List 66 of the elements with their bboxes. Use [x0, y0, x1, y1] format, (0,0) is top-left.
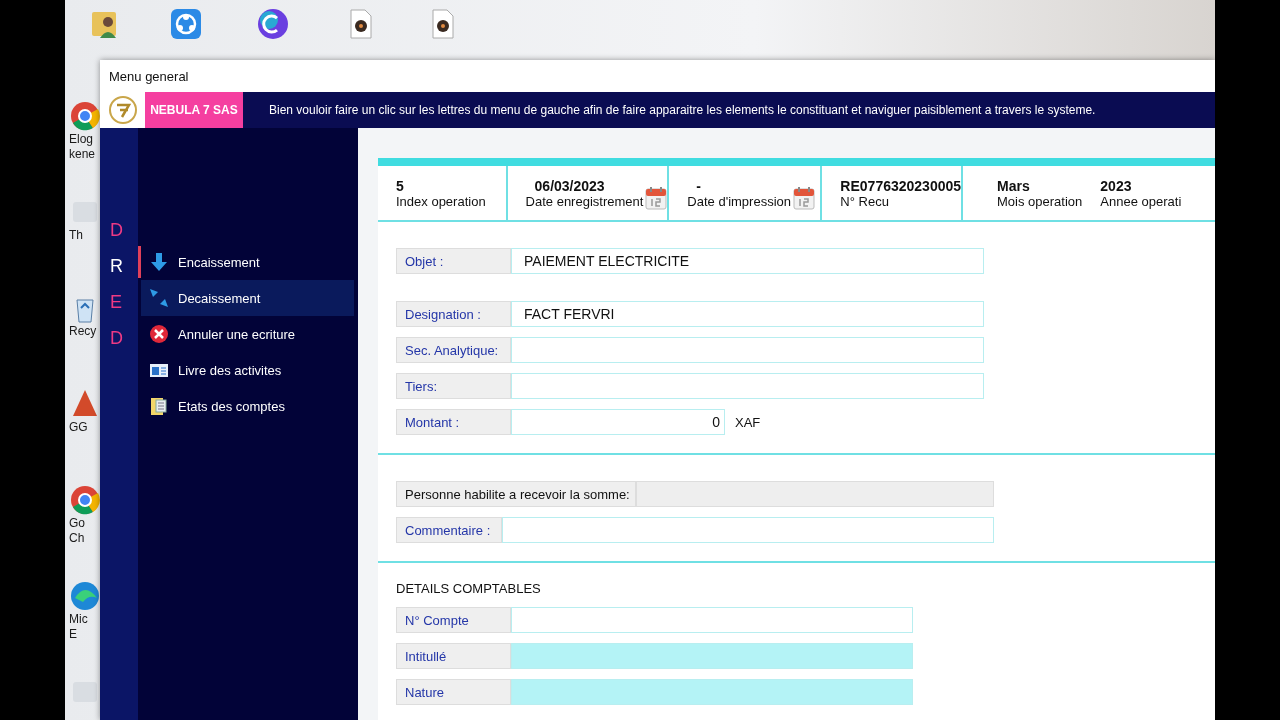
- field-label: Montant :: [396, 409, 511, 435]
- input-field[interactable]: PAIEMENT ELECTRICITE: [511, 248, 984, 274]
- info-label: Date enregistrement: [525, 193, 644, 209]
- field-label: Designation :: [396, 301, 511, 327]
- menu-item[interactable]: Livre des activites: [141, 352, 354, 388]
- info-label: N° Recu: [840, 193, 890, 209]
- calendar-icon[interactable]: [645, 186, 668, 210]
- input-field[interactable]: [511, 679, 913, 705]
- input-field[interactable]: [511, 373, 984, 399]
- menu-item[interactable]: Annuler une ecriture: [141, 316, 354, 352]
- input-field[interactable]: [511, 607, 913, 633]
- info-value: RE0776320230005: [840, 177, 962, 194]
- info-value: 5: [396, 177, 405, 194]
- cancel-icon: [149, 324, 169, 344]
- field-label: Nature: [396, 679, 511, 705]
- menu-letter[interactable]: D: [100, 212, 138, 248]
- logo-icon: [107, 95, 138, 125]
- app-icon[interactable]: [257, 8, 289, 40]
- field-label: Commentaire :: [396, 517, 502, 543]
- info-value: 2023: [1100, 177, 1133, 194]
- input-field[interactable]: [511, 337, 984, 363]
- menu-letter[interactable]: E: [100, 284, 138, 320]
- instruction-text: Bien vouloir faire un clic sur les lettres du menu de gauche afin de faire apparaitre les elements le constituant et naviguer paisiblement a travers le systeme.: [268, 102, 1096, 119]
- field-label: Tiers:: [396, 373, 511, 399]
- share-app-icon[interactable]: [170, 8, 202, 40]
- menu-item[interactable]: Etats des comptes: [141, 388, 354, 424]
- info-value: -: [695, 177, 703, 194]
- arrow-down-icon: [149, 252, 169, 272]
- menu-letter[interactable]: D: [100, 320, 138, 356]
- window-title: Menu general: [108, 67, 190, 86]
- icon-label: Elog: [69, 132, 94, 147]
- icon-label: Ch: [69, 531, 85, 546]
- info-value: Mars: [997, 177, 1031, 194]
- info-value: 06/03/2023: [533, 177, 606, 194]
- info-label: Mois operation: [997, 193, 1083, 209]
- input-field[interactable]: FACT FERVRI: [511, 301, 984, 327]
- icon-label: Go: [69, 516, 85, 531]
- section-title: DETAILS COMPTABLES: [396, 581, 542, 597]
- arrows-icon: [149, 288, 169, 308]
- icon-label: E: [69, 627, 77, 642]
- field-label: Personne habilite a recevoir la somme:: [396, 481, 636, 507]
- field-label: Objet :: [396, 248, 511, 274]
- browser-icon[interactable]: [69, 484, 101, 516]
- icon-label: Mic: [69, 612, 88, 627]
- icon-label: Recy: [69, 324, 97, 339]
- menu-item[interactable]: Encaissement: [141, 244, 354, 280]
- input-field[interactable]: [636, 481, 994, 507]
- menu-letter[interactable]: R: [100, 248, 138, 284]
- document-icon: [149, 396, 169, 416]
- browser-icon[interactable]: [69, 580, 101, 612]
- info-label: Date d'impression: [687, 193, 791, 209]
- icon-label: GG: [69, 420, 88, 435]
- input-field[interactable]: [502, 517, 994, 543]
- field-label: Intitullé: [396, 643, 511, 669]
- calendar-icon[interactable]: [793, 186, 815, 210]
- icon-label: kene: [69, 147, 96, 162]
- info-label: Annee operati: [1100, 193, 1182, 209]
- input-field[interactable]: [511, 643, 913, 669]
- currency-label: XAF: [735, 414, 761, 430]
- info-label: Index operation: [396, 193, 486, 209]
- input-field[interactable]: 0: [511, 409, 725, 435]
- menu-item[interactable]: Decaissement: [141, 280, 354, 316]
- icon-label: Th: [69, 228, 83, 243]
- company-badge: NEBULA 7 SAS: [145, 92, 243, 128]
- field-label: N° Compte: [396, 607, 511, 633]
- field-label: Sec. Analytique:: [396, 337, 511, 363]
